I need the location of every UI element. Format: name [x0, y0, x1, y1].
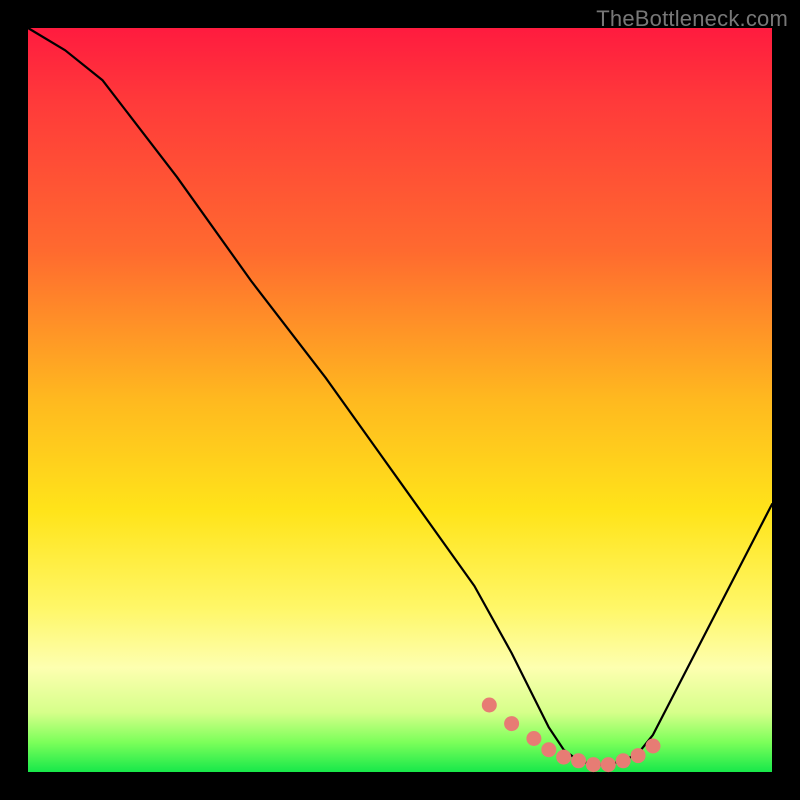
highlight-dot	[586, 757, 601, 772]
highlight-dot	[616, 753, 631, 768]
bottleneck-curve	[28, 28, 772, 765]
chart-frame: TheBottleneck.com	[0, 0, 800, 800]
highlight-dot	[556, 750, 571, 765]
highlight-dot	[646, 739, 661, 754]
curve-svg	[28, 28, 772, 772]
highlight-dots	[482, 698, 661, 773]
highlight-dot	[482, 698, 497, 713]
highlight-dot	[504, 716, 519, 731]
highlight-dot	[526, 731, 541, 746]
highlight-dot	[601, 757, 616, 772]
highlight-dot	[631, 748, 646, 763]
plot-area	[28, 28, 772, 772]
highlight-dot	[571, 753, 586, 768]
highlight-dot	[541, 742, 556, 757]
